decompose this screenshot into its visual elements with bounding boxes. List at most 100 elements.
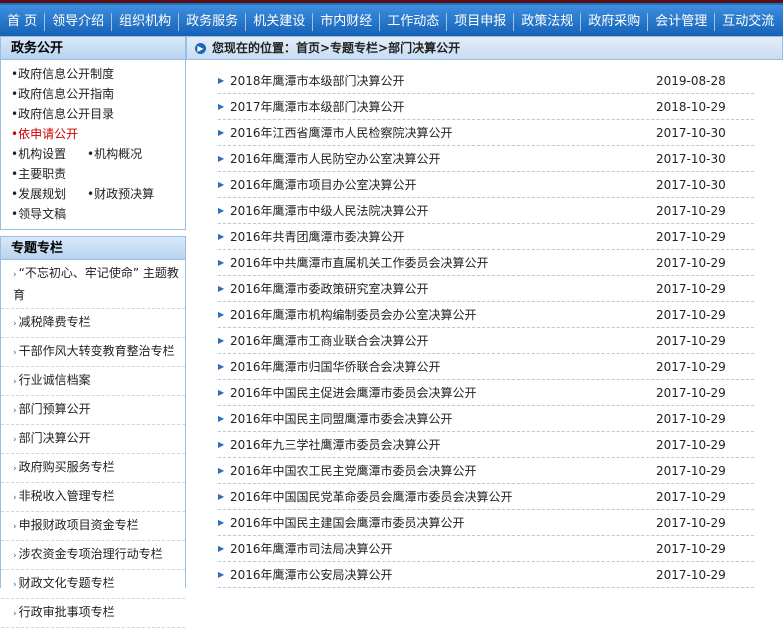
link-dev-plan[interactable]: •发展规划 [11,184,87,204]
article-title-link[interactable]: 2016年中共鹰潭市直属机关工作委员会决算公开 [230,254,656,271]
nav-item[interactable]: 机关建设 [246,13,314,31]
article-title-link[interactable]: 2016年九三学社鹰潭市委员会决算公开 [230,436,656,453]
topic-link[interactable]: › 涉农资金专项治理行动专栏 [1,541,185,570]
list-item[interactable]: ▶ 2016年鹰潭市工商业联合会决算公开 2017-10-29 [218,328,754,354]
triangle-bullet-icon: ▶ [218,284,225,293]
list-item[interactable]: ▶ 2016年鹰潭市机构编制委员会办公室决算公开 2017-10-29 [218,302,754,328]
list-item[interactable]: ▶ 2016年中国民主建国会鹰潭市委员决算公开 2017-10-29 [218,510,754,536]
link-disclosure-guide[interactable]: •政府信息公开指南 [1,84,185,104]
top-nav: 首 页领导介绍 组织机构 政务服务 机关建设 市内财经 工作动态 项目申报 政策法规 政府采购会… [0,0,783,36]
article-title-link[interactable]: 2016年江西省鹰潭市人民检察院决算公开 [230,124,656,141]
topic-link[interactable]: › 非税收入管理专栏 [1,483,185,512]
article-title-link[interactable]: 2016年中国国民党革命委员会鹰潭市委员会决算公开 [230,488,656,505]
link-disclosure-system[interactable]: •政府信息公开制度 [1,64,185,84]
chevron-right-icon: › [13,435,17,445]
list-item[interactable]: ▶ 2016年九三学社鹰潭市委员会决算公开 2017-10-29 [218,432,754,458]
article-title-link[interactable]: 2016年鹰潭市人民防空办公室决算公开 [230,150,656,167]
article-date: 2017-10-29 [656,567,726,582]
nav-item[interactable]: 会计管理 [648,13,716,31]
article-date: 2017-10-29 [656,515,726,530]
article-date: 2017-10-29 [656,437,726,452]
list-item[interactable]: ▶ 2016年中国农工民主党鹰潭市委员会决算公开 2017-10-29 [218,458,754,484]
topic-link[interactable]: › 行业诚信档案 [1,367,185,396]
triangle-bullet-icon: ▶ [218,76,225,85]
topic-label: 行政审批事项专栏 [18,605,115,619]
article-title-link[interactable]: 2016年中国民主同盟鹰潭市委会决算公开 [230,410,656,427]
link-apply-disclosure[interactable]: •依申请公开 [1,124,185,144]
list-item[interactable]: ▶ 2017年鹰潭市本级部门决算公开 2018-10-29 [218,94,754,120]
triangle-bullet-icon: ▶ [218,206,225,215]
chevron-right-icon: › [13,493,17,503]
article-date: 2017-10-29 [656,203,726,218]
topic-link[interactable]: › 政府购买服务专栏 [1,454,185,483]
list-item[interactable]: ▶ 2016年共青团鹰潭市委决算公开 2017-10-29 [218,224,754,250]
article-title-link[interactable]: 2016年鹰潭市机构编制委员会办公室决算公开 [230,306,656,323]
link-budget[interactable]: •财政预决算 [87,184,163,204]
article-title-link[interactable]: 2016年共青团鹰潭市委决算公开 [230,228,656,245]
nav-item[interactable]: 项目申报 [447,13,515,31]
article-title-link[interactable]: 2016年鹰潭市公安局决算公开 [230,566,656,583]
link-disclosure-catalog[interactable]: •政府信息公开目录 [1,104,185,124]
topic-link[interactable]: › 减税降费专栏 [1,309,185,338]
chevron-right-icon: › [13,609,17,619]
list-item[interactable]: ▶ 2016年鹰潭市公安局决算公开 2017-10-29 [218,562,754,588]
triangle-bullet-icon: ▶ [218,440,225,449]
gov-info-panel: •政府信息公开制度 •政府信息公开指南 •政府信息公开目录 •依申请公开 •机构… [0,60,186,230]
article-title-link[interactable]: 2017年鹰潭市本级部门决算公开 [230,98,656,115]
list-item[interactable]: ▶ 2016年中共鹰潭市直属机关工作委员会决算公开 2017-10-29 [218,250,754,276]
list-item[interactable]: ▶ 2016年鹰潭市司法局决算公开 2017-10-29 [218,536,754,562]
link-org-overview[interactable]: •机构概况 [87,144,163,164]
list-item[interactable]: ▶ 2016年中国民主促进会鹰潭市委员会决算公开 2017-10-29 [218,380,754,406]
topic-link[interactable]: › “不忘初心、牢记使命” 主题教育 [1,260,185,309]
nav-item[interactable]: 政府采购 [581,13,649,31]
link-org-setup[interactable]: •机构设置 [11,144,87,164]
article-title-link[interactable]: 2016年鹰潭市项目办公室决算公开 [230,176,656,193]
article-title-link[interactable]: 2018年鹰潭市本级部门决算公开 [230,72,656,89]
nav-item[interactable]: 领导介绍 [45,13,113,31]
article-date: 2017-10-29 [656,281,726,296]
article-title-link[interactable]: 2016年中国民主促进会鹰潭市委员会决算公开 [230,384,656,401]
nav-item[interactable]: 政策法规 [514,13,582,31]
nav-item[interactable]: 政务服务 [179,13,247,31]
article-title-link[interactable]: 2016年鹰潭市中级人民法院决算公开 [230,202,656,219]
topic-link[interactable]: › 申报财政项目资金专栏 [1,512,185,541]
topic-label: 干部作风大转变教育整治专栏 [18,344,175,358]
list-item[interactable]: ▶ 2016年鹰潭市人民防空办公室决算公开 2017-10-30 [218,146,754,172]
nav-item[interactable]: 组织机构 [112,13,180,31]
article-date: 2018-10-29 [656,99,726,114]
nav-item[interactable]: 工作动态 [380,13,448,31]
triangle-bullet-icon: ▶ [218,414,225,423]
article-title-link[interactable]: 2016年中国民主建国会鹰潭市委员决算公开 [230,514,656,531]
link-main-duty[interactable]: •主要职责 [1,164,185,184]
list-item[interactable]: ▶ 2016年中国民主同盟鹰潭市委会决算公开 2017-10-29 [218,406,754,432]
nav-item[interactable]: 市内财经 [313,13,381,31]
link-leader-speech[interactable]: •领导文稿 [1,204,185,224]
article-title-link[interactable]: 2016年中国农工民主党鹰潭市委员会决算公开 [230,462,656,479]
article-title-link[interactable]: 2016年鹰潭市司法局决算公开 [230,540,656,557]
triangle-bullet-icon: ▶ [218,336,225,345]
topic-link[interactable]: › 部门预算公开 [1,396,185,425]
list-item[interactable]: ▶ 2016年中国国民党革命委员会鹰潭市委员会决算公开 2017-10-29 [218,484,754,510]
triangle-bullet-icon: ▶ [218,570,225,579]
topic-link[interactable]: › 财政文化专题专栏 [1,570,185,599]
list-item[interactable]: ▶ 2016年鹰潭市中级人民法院决算公开 2017-10-29 [218,198,754,224]
list-item[interactable]: ▶ 2018年鹰潭市本级部门决算公开 2019-08-28 [218,68,754,94]
article-date: 2017-10-29 [656,385,726,400]
article-title-link[interactable]: 2016年鹰潭市归国华侨联合会决算公开 [230,358,656,375]
topic-link[interactable]: › 行政审批事项专栏 [1,599,185,628]
article-title-link[interactable]: 2016年鹰潭市工商业联合会决算公开 [230,332,656,349]
list-item[interactable]: ▶ 2016年鹰潭市委政策研究室决算公开 2017-10-29 [218,276,754,302]
nav-item[interactable]: 互动交流 [715,13,781,31]
topic-link[interactable]: › 干部作风大转变教育整治专栏 [1,338,185,367]
topic-label: 政府购买服务专栏 [18,460,115,474]
topic-link[interactable]: › 部门决算公开 [1,425,185,454]
article-date: 2017-10-29 [656,333,726,348]
nav-item[interactable]: 首 页 [0,13,46,31]
breadcrumb: ▶ 您现在的位置：首页>专题专栏>部门决算公开 [186,36,783,60]
list-item[interactable]: ▶ 2016年鹰潭市归国华侨联合会决算公开 2017-10-29 [218,354,754,380]
article-title-link[interactable]: 2016年鹰潭市委政策研究室决算公开 [230,280,656,297]
list-item[interactable]: ▶ 2016年鹰潭市项目办公室决算公开 2017-10-30 [218,172,754,198]
article-date: 2017-10-29 [656,255,726,270]
list-item[interactable]: ▶ 2016年江西省鹰潭市人民检察院决算公开 2017-10-30 [218,120,754,146]
chevron-right-icon: › [13,377,17,387]
